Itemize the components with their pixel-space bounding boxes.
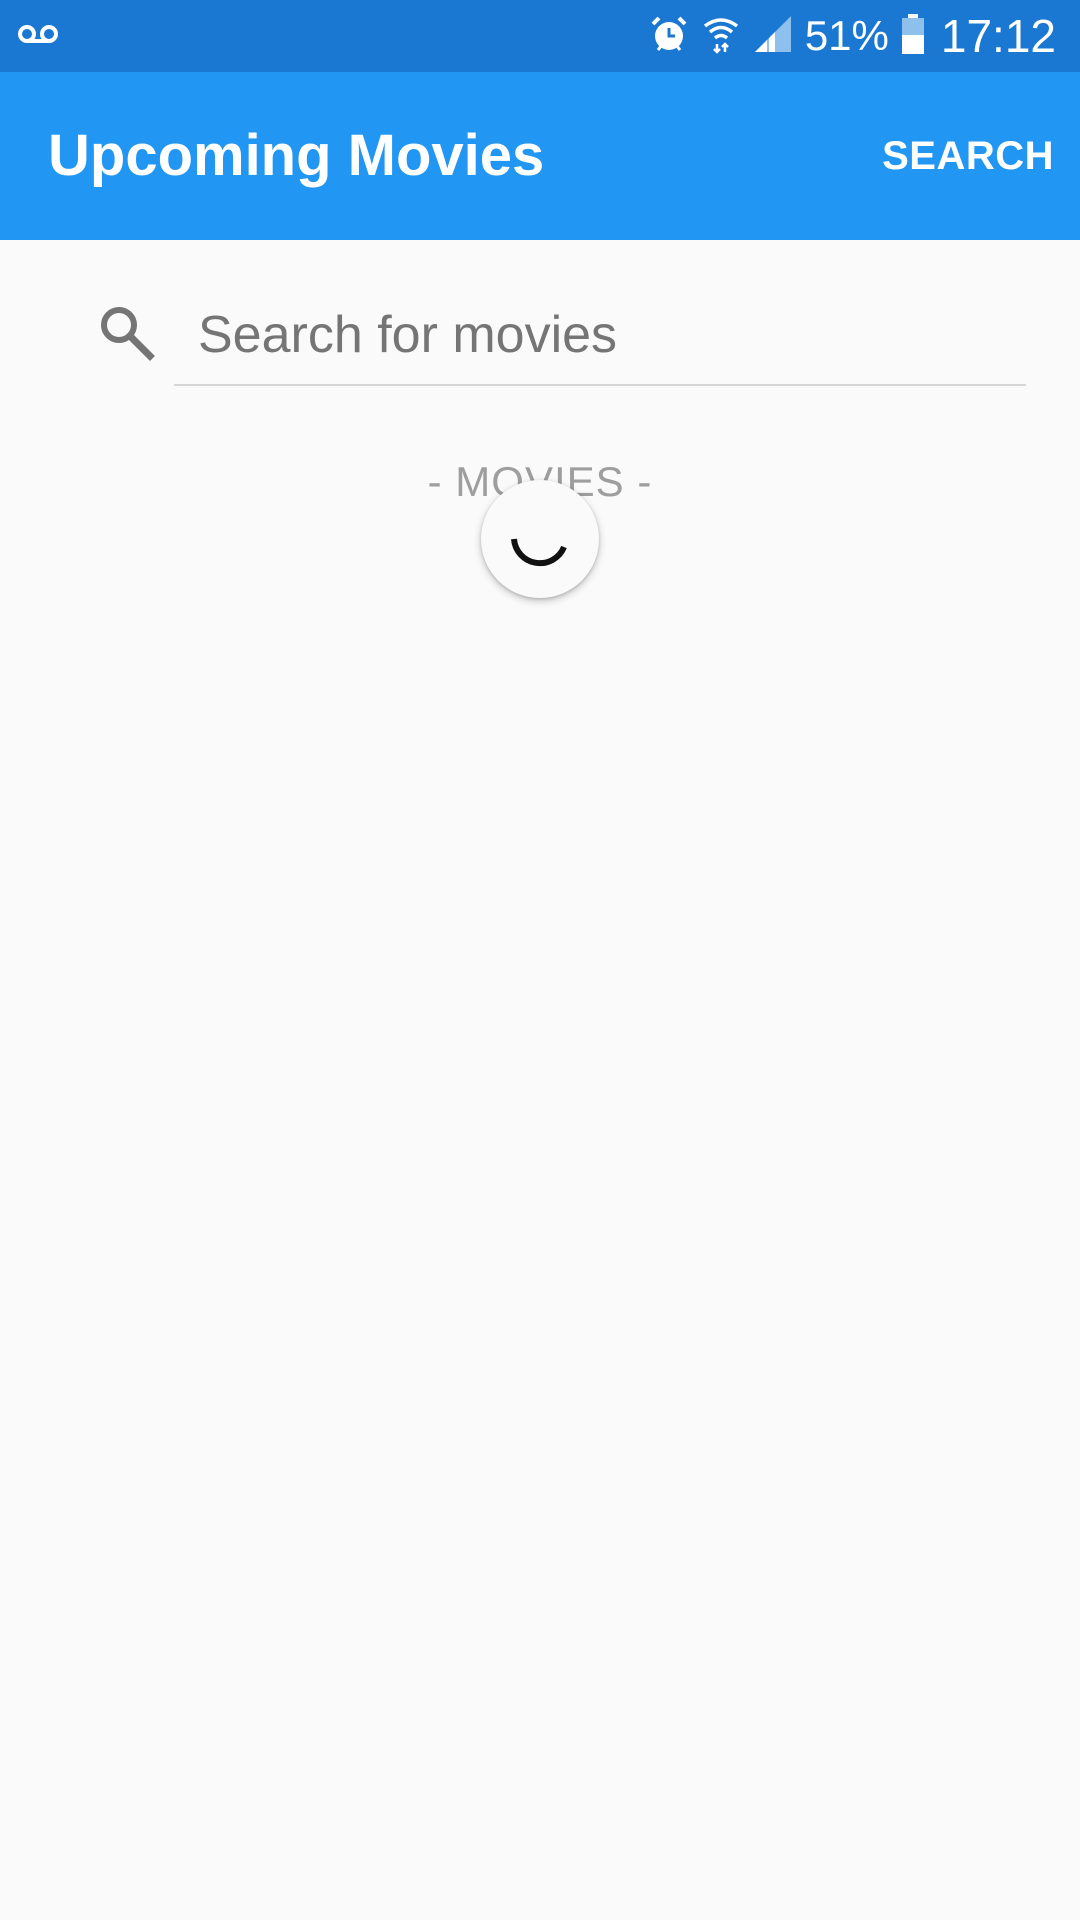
signal-icon xyxy=(753,14,793,59)
search-button[interactable]: SEARCH xyxy=(880,72,1056,240)
alarm-icon xyxy=(649,14,689,59)
search-input[interactable] xyxy=(174,286,1026,386)
app-bar: Upcoming Movies SEARCH xyxy=(0,72,1080,240)
status-bar: 51% 17:12 xyxy=(0,0,1080,72)
battery-percent: 51% xyxy=(804,12,889,59)
search-icon xyxy=(96,302,156,362)
voicemail-icon xyxy=(18,20,60,50)
battery-icon xyxy=(901,13,925,60)
page-title: Upcoming Movies xyxy=(48,123,545,188)
wifi-icon xyxy=(701,14,741,59)
loading-spinner xyxy=(481,480,599,598)
status-clock: 17:12 xyxy=(940,10,1056,62)
